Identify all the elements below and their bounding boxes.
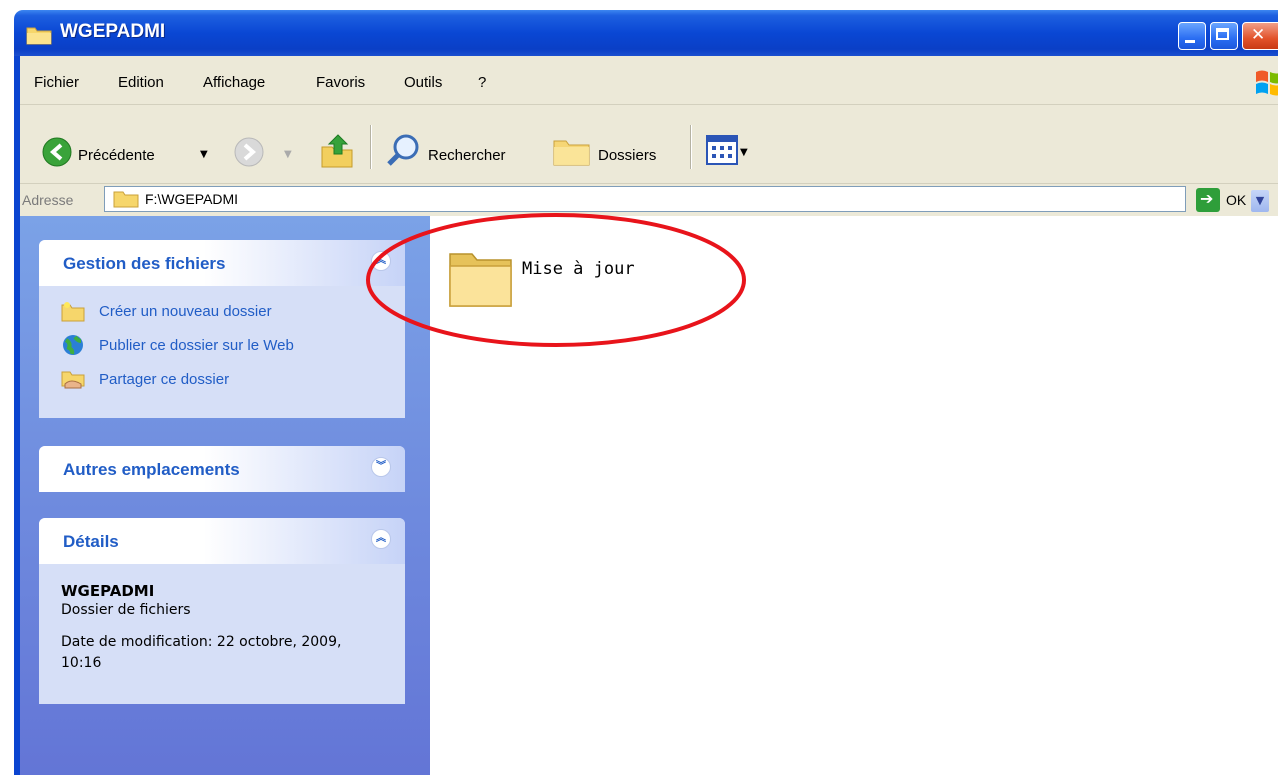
expand-chevron-icon[interactable]: ︾: [371, 457, 391, 477]
address-field[interactable]: F:\WGEPADMI ▼: [104, 186, 1269, 212]
back-dropdown-icon[interactable]: ▼: [200, 149, 208, 160]
details-name: WGEPADMI: [61, 582, 155, 600]
globe-icon: [63, 335, 83, 355]
address-label: Adresse: [22, 192, 74, 208]
collapse-chevron-icon[interactable]: ︽: [371, 529, 391, 549]
folders-icon[interactable]: [552, 135, 592, 167]
address-dropdown-icon[interactable]: ▼: [1251, 190, 1269, 212]
title-bar[interactable]: WGEPADMI: [14, 10, 1278, 56]
task-label: Publier ce dossier sur le Web: [99, 336, 294, 354]
go-button[interactable]: OK: [1226, 192, 1246, 208]
menu-edition[interactable]: Edition: [118, 74, 164, 91]
share-folder-icon: [61, 371, 85, 389]
file-tasks-header[interactable]: Gestion des fichiers ︽: [39, 240, 405, 286]
search-button[interactable]: Rechercher: [428, 147, 506, 164]
up-folder-icon[interactable]: [320, 133, 354, 169]
folder-icon: [113, 191, 139, 208]
folder-icon: [26, 27, 52, 45]
close-button[interactable]: [1242, 22, 1278, 50]
forward-dropdown-icon[interactable]: ▼: [284, 149, 292, 160]
details-panel: Détails ︽ WGEPADMI Dossier de fichiers D…: [39, 518, 405, 704]
other-places-panel: Autres emplacements ︾: [39, 446, 405, 492]
back-button[interactable]: Précédente: [78, 147, 155, 164]
details-title: Détails: [63, 532, 119, 551]
menu-outils[interactable]: Outils: [404, 74, 442, 91]
details-type: Dossier de fichiers: [61, 602, 191, 618]
details-modified: Date de modification: 22 octobre, 2009, …: [61, 634, 342, 671]
menu-help[interactable]: ?: [478, 74, 486, 91]
menu-favoris[interactable]: Favoris: [316, 74, 365, 91]
task-share-folder[interactable]: Partager ce dossier: [61, 368, 229, 390]
window-title: WGEPADMI: [60, 21, 166, 42]
explorer-window: WGEPADMI Fichier Edition Affichage Favor…: [0, 0, 1278, 775]
other-places-title: Autres emplacements: [63, 460, 240, 479]
menu-affichage[interactable]: Affichage: [203, 74, 265, 91]
forward-arrow-icon[interactable]: [234, 137, 264, 167]
task-new-folder[interactable]: Créer un nouveau dossier: [61, 300, 272, 322]
folders-button[interactable]: Dossiers: [598, 147, 656, 164]
annotation-ellipse: [366, 213, 746, 347]
menu-fichier[interactable]: Fichier: [34, 74, 79, 91]
minimize-button[interactable]: [1178, 22, 1206, 50]
task-publish-web[interactable]: Publier ce dossier sur le Web: [61, 334, 294, 356]
file-tasks-panel: Gestion des fichiers ︽ Créer un nouveau …: [39, 240, 405, 418]
go-arrow-icon[interactable]: [1196, 188, 1220, 212]
views-icon[interactable]: [706, 135, 738, 165]
menu-bar: Fichier Edition Affichage Favoris Outils…: [20, 56, 1278, 105]
task-label: Partager ce dossier: [99, 370, 230, 388]
views-dropdown-icon[interactable]: ▼: [740, 147, 748, 158]
other-places-header[interactable]: Autres emplacements ︾: [39, 446, 405, 492]
address-path: F:\WGEPADMI: [145, 191, 239, 207]
back-arrow-icon[interactable]: [42, 137, 72, 167]
windows-logo-icon: [1256, 70, 1278, 96]
toolbar-separator: [690, 125, 692, 169]
maximize-button[interactable]: [1210, 22, 1238, 50]
toolbar-separator: [370, 125, 372, 169]
task-label: Créer un nouveau dossier: [99, 302, 272, 320]
details-header[interactable]: Détails ︽: [39, 518, 405, 564]
file-tasks-title: Gestion des fichiers: [63, 254, 226, 273]
toolbar: Précédente ▼ ▼ Rechercher Dossiers ▼: [20, 105, 1278, 184]
search-icon[interactable]: [386, 133, 422, 169]
new-folder-icon: [61, 302, 85, 322]
annotation-outline: [366, 213, 746, 347]
